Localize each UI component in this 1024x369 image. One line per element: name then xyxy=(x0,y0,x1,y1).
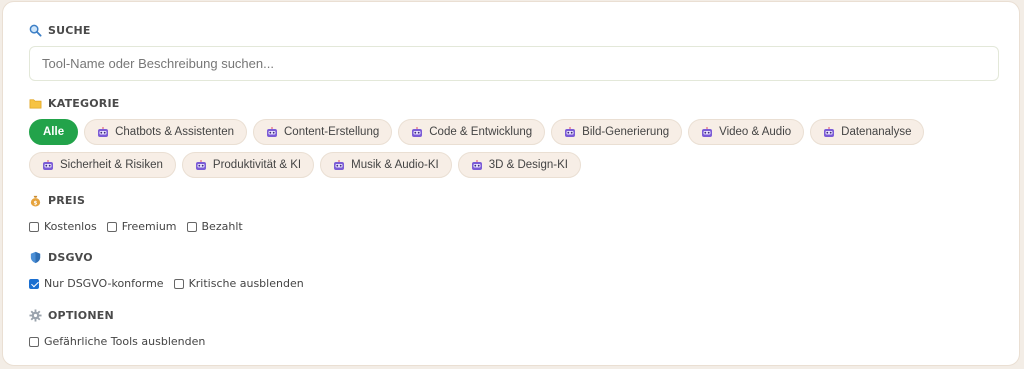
category-chip[interactable]: Code & Entwicklung xyxy=(398,119,546,145)
category-chip-label: Datenanalyse xyxy=(841,126,912,138)
shield-icon xyxy=(30,251,41,264)
checkbox[interactable] xyxy=(106,221,117,232)
checkbox[interactable] xyxy=(29,336,39,347)
robot-icon xyxy=(702,126,713,137)
checkbox-option[interactable]: Kostenlos xyxy=(29,220,97,233)
category-chips-row-2: Sicherheit & Risiken Produktivität & KI Mu… xyxy=(29,152,581,178)
checkbox-label: Kostenlos xyxy=(44,220,97,233)
checkbox-option[interactable]: Nur DSGVO-konforme xyxy=(29,277,164,290)
search-input[interactable] xyxy=(29,46,999,81)
category-section-title: KATEGORIE xyxy=(29,97,119,110)
category-chip[interactable]: Chatbots & Assistenten xyxy=(84,119,247,145)
robot-icon xyxy=(334,159,345,170)
gdpr-options: Nur DSGVO-konforme Kritische ausblenden xyxy=(29,277,304,290)
checkbox-label: Gefährliche Tools ausblenden xyxy=(44,335,206,348)
robot-icon xyxy=(98,126,109,137)
category-chip-label: Produktivität & KI xyxy=(212,159,302,171)
category-chip-label: Musik & Audio-KI xyxy=(351,159,439,171)
robot-icon xyxy=(471,159,482,170)
category-chip[interactable]: 3D & Design-KI xyxy=(457,152,581,178)
category-chip-label: Video & Audio xyxy=(719,126,792,138)
checkbox-label: Kritische ausblenden xyxy=(188,277,304,290)
extra-options: Gefährliche Tools ausblenden xyxy=(29,335,205,348)
checkbox-option[interactable]: Bezahlt xyxy=(186,220,243,233)
price-section-title: $ PREIS xyxy=(29,194,85,207)
checkbox[interactable] xyxy=(173,278,184,289)
category-chip-label: Sicherheit & Risiken xyxy=(60,159,163,171)
checkbox-label: Nur DSGVO-konforme xyxy=(44,277,164,290)
robot-icon xyxy=(43,159,53,170)
category-chip[interactable]: Video & Audio xyxy=(688,119,805,145)
search-section-title: SUCHE xyxy=(29,24,91,37)
robot-icon xyxy=(412,126,423,137)
category-chip-label: Chatbots & Assistenten xyxy=(115,126,234,138)
price-options: Kostenlos Freemium Bezahlt xyxy=(29,220,243,233)
checkbox-label: Bezahlt xyxy=(201,220,243,233)
price-title: PREIS xyxy=(48,194,86,207)
filter-panel: SUCHE KATEGORIE Alle Chatbots & Assistent… xyxy=(2,1,1020,366)
category-chip[interactable]: Produktivität & KI xyxy=(181,152,315,178)
gdpr-section-title: DSGVO xyxy=(29,251,93,264)
checkbox-option[interactable]: Kritische ausblenden xyxy=(173,277,304,290)
gdpr-title: DSGVO xyxy=(48,251,93,264)
money-bag-icon: $ xyxy=(30,195,41,207)
checkbox-option[interactable]: Gefährliche Tools ausblenden xyxy=(29,335,205,348)
gear-icon xyxy=(29,309,42,322)
category-chip[interactable]: Content-Erstellung xyxy=(253,119,393,145)
category-chip[interactable]: Bild-Generierung xyxy=(551,119,683,145)
robot-icon xyxy=(195,159,206,170)
search-title: SUCHE xyxy=(48,24,91,37)
folder-icon xyxy=(29,99,42,109)
category-chip-label: Alle xyxy=(43,126,65,138)
category-chip-label: Code & Entwicklung xyxy=(429,126,533,138)
options-title: OPTIONEN xyxy=(48,309,114,322)
svg-text:$: $ xyxy=(33,200,37,206)
category-chips-row-1: Alle Chatbots & Assistenten Content-Erstel… xyxy=(29,119,925,145)
magnifier-icon xyxy=(29,24,42,37)
robot-icon xyxy=(824,126,835,137)
robot-icon xyxy=(267,126,277,137)
category-chip-label: Bild-Generierung xyxy=(582,126,670,138)
category-chip[interactable]: Alle xyxy=(29,119,79,145)
category-chip[interactable]: Sicherheit & Risiken xyxy=(29,152,176,178)
robot-icon xyxy=(565,126,576,137)
category-title: KATEGORIE xyxy=(48,97,120,110)
checkbox[interactable] xyxy=(29,278,39,289)
category-chip[interactable]: Datenanalyse xyxy=(810,119,925,145)
checkbox[interactable] xyxy=(186,221,197,232)
options-section-title: OPTIONEN xyxy=(29,309,114,322)
category-chip[interactable]: Musik & Audio-KI xyxy=(320,152,452,178)
checkbox-option[interactable]: Freemium xyxy=(106,220,177,233)
checkbox[interactable] xyxy=(29,221,39,232)
category-chip-label: 3D & Design-KI xyxy=(488,159,568,171)
checkbox-label: Freemium xyxy=(121,220,177,233)
category-chip-label: Content-Erstellung xyxy=(284,126,380,138)
